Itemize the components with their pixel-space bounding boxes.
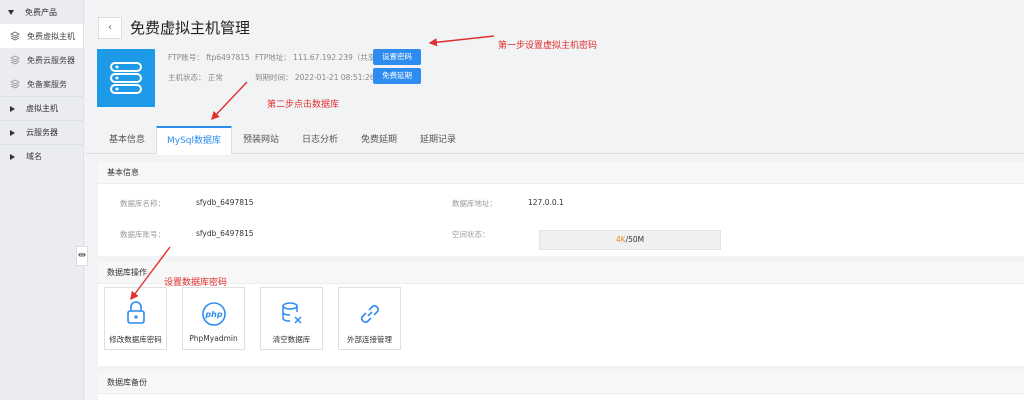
annotation-arrows: [130, 35, 495, 301]
arrow-set-db-password: [130, 246, 171, 301]
arrow-step1: [428, 35, 495, 47]
arrow-step2: [211, 81, 248, 121]
